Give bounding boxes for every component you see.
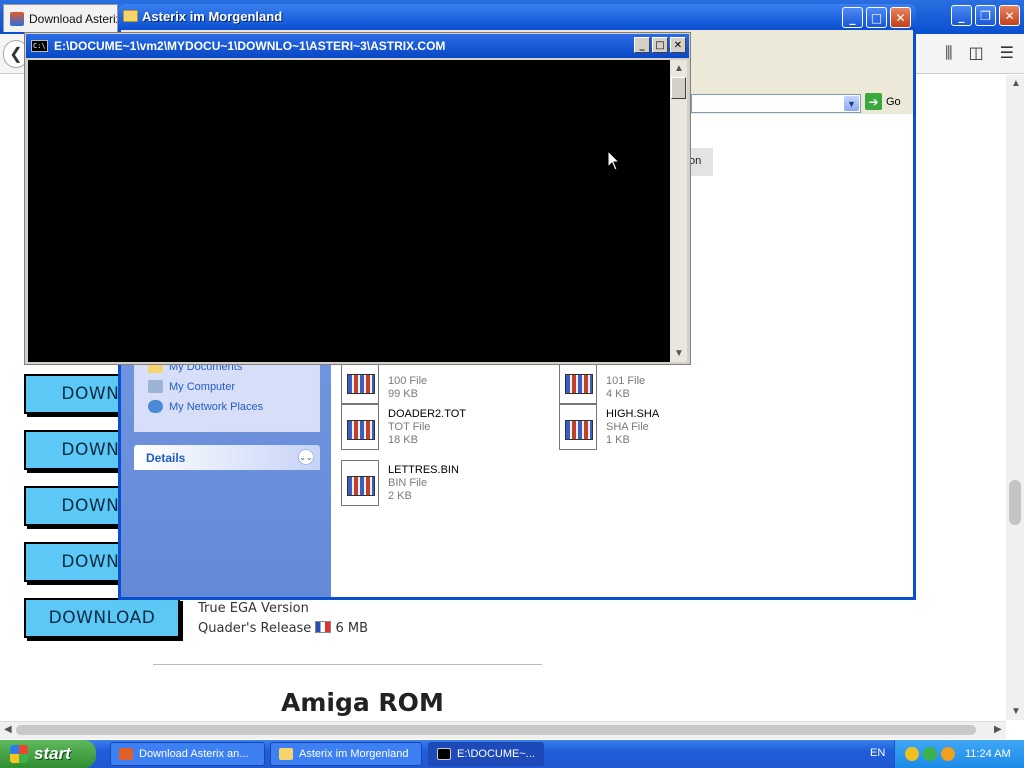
restore-icon[interactable]: ❐ <box>975 5 996 26</box>
clock: 11:24 AM <box>965 748 1011 760</box>
folder-icon <box>123 10 138 22</box>
console-icon <box>437 748 451 760</box>
console-title-bar[interactable]: C:\ E:\DOCUME~1\vm2\MYDOCU~1\DOWNLO~1\AS… <box>26 34 689 58</box>
computer-icon <box>148 380 163 393</box>
menu-icon[interactable]: ☰ <box>1000 43 1014 63</box>
minimize-icon[interactable]: _ <box>634 37 650 53</box>
scroll-left-arrow-icon[interactable]: ◀ <box>4 724 12 735</box>
download-size: 6 MB <box>335 621 368 636</box>
expand-chevron-icon[interactable]: ⌄⌄ <box>298 449 314 465</box>
file-item[interactable]: LETTRES.BIN BIN File 2 KB <box>341 460 551 510</box>
download-description: True EGA Version <box>198 601 309 616</box>
folder-icon <box>279 748 293 760</box>
site-favicon-icon <box>10 11 24 26</box>
go-label: Go <box>886 95 901 108</box>
scroll-right-arrow-icon[interactable]: ▶ <box>994 724 1002 735</box>
maximize-icon[interactable]: □ <box>652 37 668 53</box>
task-browser[interactable]: Download Asterix an... <box>110 742 265 766</box>
console-title: E:\DOCUME~1\vm2\MYDOCU~1\DOWNLO~1\ASTERI… <box>54 39 446 53</box>
place-my-network[interactable]: My Network Places <box>148 400 263 413</box>
language-indicator[interactable]: EN <box>870 747 885 759</box>
explorer-title-bar[interactable]: Asterix im Morgenland _ □ ✕ <box>118 4 916 30</box>
scroll-up-arrow-icon[interactable]: ▲ <box>674 63 684 74</box>
close-icon[interactable]: ✕ <box>999 5 1020 26</box>
chevron-down-icon[interactable]: ▼ <box>844 96 859 111</box>
task-label: E:\DOCUME~... <box>457 748 535 760</box>
file-icon <box>341 460 379 506</box>
file-item[interactable]: 100 File 99 KB <box>341 358 551 408</box>
network-globe-icon <box>148 400 163 413</box>
minimize-icon[interactable]: _ <box>951 5 972 26</box>
start-button[interactable]: start <box>0 740 96 768</box>
file-item[interactable]: DOADER2.TOT TOT File 18 KB <box>341 404 551 454</box>
console-window: C:\ E:\DOCUME~1\vm2\MYDOCU~1\DOWNLO~1\AS… <box>24 32 691 365</box>
place-my-computer[interactable]: My Computer <box>148 380 235 393</box>
address-bar: ▼ ➔ Go <box>691 92 911 114</box>
go-button[interactable]: ➔ Go <box>865 93 901 110</box>
network-icon[interactable] <box>923 747 937 761</box>
partially-hidden-item-label: on <box>689 148 713 176</box>
vertical-scrollbar[interactable] <box>1006 75 1024 720</box>
console-icon: C:\ <box>31 40 48 52</box>
download-release-line: Quader's Release 6 MB <box>198 621 368 636</box>
details-label: Details <box>146 451 186 465</box>
security-shield-icon[interactable] <box>905 747 919 761</box>
task-label: Asterix im Morgenland <box>299 748 409 760</box>
browser-window-controls: _ ❐ ✕ <box>951 5 1020 26</box>
start-label: start <box>34 744 71 763</box>
file-icon <box>559 404 597 450</box>
browser-tab[interactable]: Download Asterix <box>3 4 118 32</box>
scroll-down-arrow-icon[interactable]: ▼ <box>1011 706 1021 717</box>
browser-toolbar-icons: ⫼ ◫ ☰ <box>945 43 1014 63</box>
search-icon[interactable] <box>941 747 955 761</box>
mouse-cursor-icon <box>607 150 621 171</box>
console-scroll-thumb[interactable] <box>671 77 686 99</box>
task-label: Download Asterix an... <box>139 748 249 760</box>
file-item[interactable]: 101 File 4 KB <box>559 358 769 408</box>
go-arrow-icon: ➔ <box>865 93 882 110</box>
task-console[interactable]: E:\DOCUME~... <box>428 742 544 766</box>
task-explorer[interactable]: Asterix im Morgenland <box>270 742 422 766</box>
firefox-icon <box>119 748 133 760</box>
explorer-window-controls: _ □ ✕ <box>842 7 911 28</box>
file-item[interactable]: HIGH.SHA SHA File 1 KB <box>559 404 769 454</box>
minimize-icon[interactable]: _ <box>842 7 863 28</box>
windows-logo-icon <box>10 745 28 763</box>
system-tray: 11:24 AM <box>894 740 1024 768</box>
file-icon <box>341 404 379 450</box>
explorer-title: Asterix im Morgenland <box>142 9 283 24</box>
place-label: My Network Places <box>169 400 264 413</box>
console-screen[interactable] <box>28 60 670 362</box>
scroll-down-arrow-icon[interactable]: ▼ <box>674 348 684 359</box>
section-heading: Amiga ROM <box>281 688 444 717</box>
close-icon[interactable]: ✕ <box>670 37 686 53</box>
taskbar: start Download Asterix an... Asterix im … <box>0 740 1024 768</box>
maximize-icon[interactable]: □ <box>866 7 887 28</box>
browser-tab-title: Download Asterix <box>29 11 118 26</box>
console-scrollbar[interactable] <box>670 60 687 362</box>
horizontal-scroll-thumb[interactable] <box>16 725 976 735</box>
library-icon[interactable]: ⫼ <box>945 43 952 63</box>
address-field[interactable]: ▼ <box>691 94 861 113</box>
scroll-up-arrow-icon[interactable]: ▲ <box>1011 78 1021 89</box>
place-label: My Computer <box>169 380 236 393</box>
close-icon[interactable]: ✕ <box>890 7 911 28</box>
console-window-controls: _ □ ✕ <box>634 37 686 53</box>
details-section-header[interactable]: Details ⌄⌄ <box>134 445 320 470</box>
sidebar-icon[interactable]: ◫ <box>969 43 984 63</box>
download-button-5[interactable]: DOWNLOAD <box>24 598 180 638</box>
other-places-box: My Documents My Computer My Network Plac… <box>134 360 320 432</box>
france-flag-icon <box>315 621 332 633</box>
release-name: Quader's Release <box>198 621 312 636</box>
vertical-scroll-thumb[interactable] <box>1009 480 1021 525</box>
section-divider <box>153 664 542 665</box>
